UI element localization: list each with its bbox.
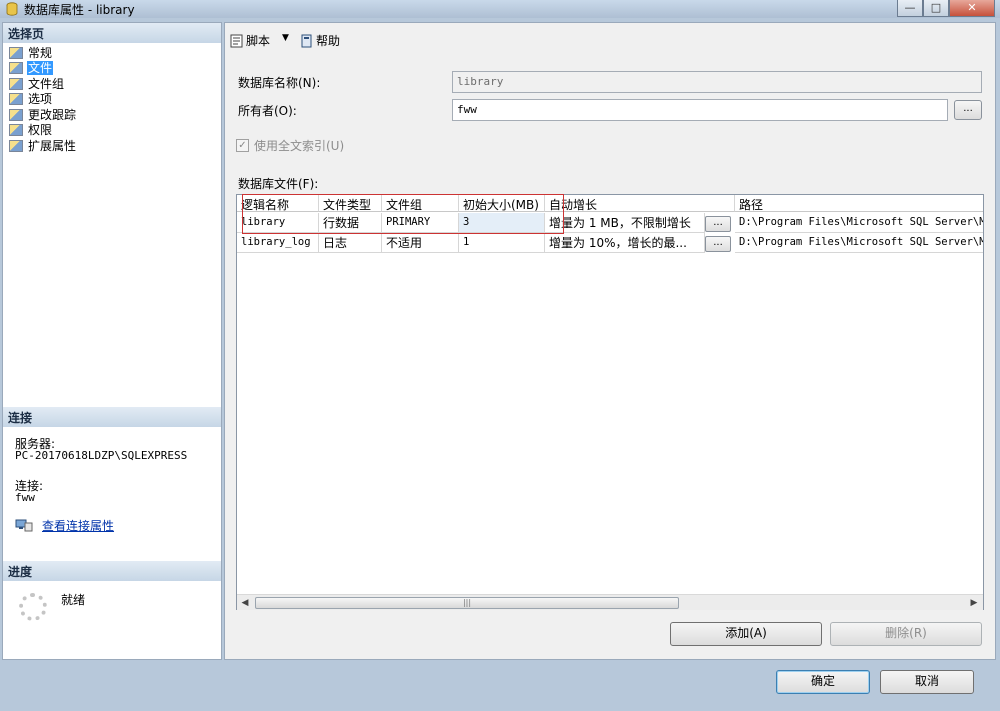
progress-status: 就绪 xyxy=(61,593,86,607)
page-item-filegroups[interactable]: 文件组 xyxy=(9,77,65,92)
owner-browse-button[interactable]: ... xyxy=(954,100,982,120)
db-name-field: library xyxy=(452,71,982,93)
database-icon xyxy=(6,2,18,16)
database-files-grid[interactable]: 逻辑名称 文件类型 文件组 初始大小(MB) 自动增长 路径 library 行… xyxy=(236,194,984,610)
page-icon xyxy=(9,140,23,152)
page-icon xyxy=(9,78,23,90)
fulltext-checkbox[interactable]: ✓ xyxy=(236,139,249,152)
minimize-button[interactable]: — xyxy=(897,0,923,17)
page-item-extended-properties[interactable]: 扩展属性 xyxy=(9,139,77,154)
script-dropdown-arrow-icon[interactable]: ▼ xyxy=(282,33,289,43)
help-button[interactable]: 帮助 xyxy=(300,32,340,49)
column-header-filegroup[interactable]: 文件组 xyxy=(382,195,459,212)
page-icon xyxy=(9,47,23,59)
db-name-label: 数据库名称(N): xyxy=(238,76,321,90)
window-title: 数据库属性 - library xyxy=(24,3,135,17)
connection-header: 连接 xyxy=(3,407,221,427)
owner-label: 所有者(O): xyxy=(238,104,297,118)
scrollbar-thumb[interactable]: ||| xyxy=(255,597,679,609)
db-files-label: 数据库文件(F): xyxy=(238,177,319,191)
cell-path[interactable]: D:\Program Files\Microsoft SQL Server\MS… xyxy=(735,233,983,253)
cell-filegroup[interactable]: PRIMARY xyxy=(382,213,459,233)
page-item-options[interactable]: 选项 xyxy=(9,92,53,107)
ok-button[interactable]: 确定 xyxy=(776,670,870,694)
column-header-path[interactable]: 路径 xyxy=(735,195,983,212)
horizontal-scrollbar[interactable]: ◀ ||| ▶ xyxy=(237,594,983,610)
progress-spinner-icon xyxy=(19,593,47,621)
script-button[interactable]: 脚本 xyxy=(230,32,270,49)
progress-header: 进度 xyxy=(3,561,221,581)
close-icon: ✕ xyxy=(967,1,977,14)
cell-file-type[interactable]: 日志 xyxy=(319,233,382,253)
add-button[interactable]: 添加(A) xyxy=(670,622,822,646)
page-item-permissions[interactable]: 权限 xyxy=(9,123,53,138)
page-item-files[interactable]: 文件 xyxy=(9,61,54,76)
scroll-right-icon[interactable]: ▶ xyxy=(967,596,981,610)
page-item-general[interactable]: 常规 xyxy=(9,46,53,61)
cell-path[interactable]: D:\Program Files\Microsoft SQL Server\MS… xyxy=(735,213,983,233)
maximize-icon: □ xyxy=(930,1,942,14)
cancel-button[interactable]: 取消 xyxy=(880,670,974,694)
column-header-autogrowth[interactable]: 自动增长 xyxy=(545,195,735,212)
autogrowth-edit-button[interactable]: ... xyxy=(705,216,731,232)
page-icon xyxy=(9,124,23,136)
cell-initial-size[interactable]: 1 xyxy=(459,233,545,253)
connection-value: fww xyxy=(15,491,35,504)
column-header-file-type[interactable]: 文件类型 xyxy=(319,195,382,212)
column-header-logical-name[interactable]: 逻辑名称 xyxy=(237,195,319,212)
remove-button[interactable]: 删除(R) xyxy=(830,622,982,646)
page-icon xyxy=(9,109,23,121)
page-icon xyxy=(9,93,23,105)
cell-filegroup[interactable]: 不适用 xyxy=(382,233,459,253)
maximize-button[interactable]: □ xyxy=(923,0,949,17)
cell-logical-name[interactable]: library_log xyxy=(237,233,319,253)
autogrowth-edit-button[interactable]: ... xyxy=(705,236,731,252)
cell-initial-size[interactable]: 3 xyxy=(459,213,545,233)
cell-file-type[interactable]: 行数据 xyxy=(319,213,382,233)
column-header-initial-size[interactable]: 初始大小(MB) xyxy=(459,195,545,212)
server-value: PC-20170618LDZP\SQLEXPRESS xyxy=(15,449,188,462)
help-icon xyxy=(301,34,312,48)
page-item-change-tracking[interactable]: 更改跟踪 xyxy=(9,108,77,123)
minimize-icon: — xyxy=(904,1,916,14)
cell-autogrowth[interactable]: 增量为 10%，增长的最... xyxy=(545,233,705,253)
script-icon xyxy=(230,34,243,48)
fulltext-label: 使用全文索引(U) xyxy=(254,139,345,153)
close-button[interactable]: ✕ xyxy=(949,0,995,17)
select-page-header: 选择页 xyxy=(3,23,221,43)
cell-logical-name[interactable]: library xyxy=(237,213,319,233)
view-connection-properties-link[interactable]: 查看连接属性 xyxy=(42,517,114,534)
left-pane: 选择页 常规 文件 文件组 选项 更改跟踪 权限 扩展属性 连接 服务器: PC… xyxy=(2,22,222,660)
scroll-left-icon[interactable]: ◀ xyxy=(238,596,252,610)
cell-autogrowth[interactable]: 增量为 1 MB，不限制增长 xyxy=(545,213,705,233)
page-icon xyxy=(9,62,23,74)
owner-field[interactable]: fww xyxy=(452,99,948,121)
connection-properties-icon xyxy=(15,519,33,532)
title-bar: 数据库属性 - library — □ ✕ xyxy=(0,0,1000,18)
